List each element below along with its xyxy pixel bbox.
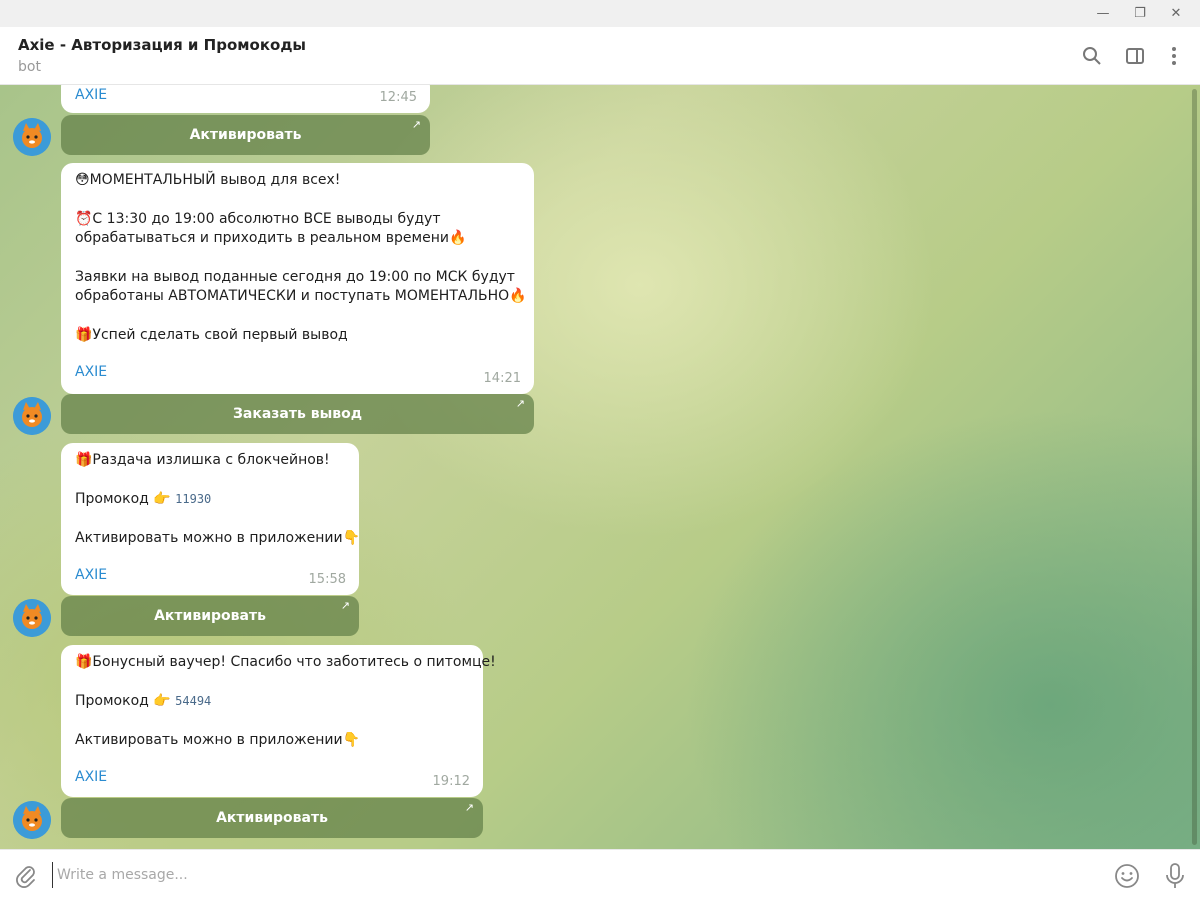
sidebar-toggle-icon[interactable] xyxy=(1122,43,1148,69)
message-composer xyxy=(0,849,1200,901)
message-time: 15:58 xyxy=(308,572,346,587)
message-text: обработаны АВТОМАТИЧЕСКИ и поступать МОМ… xyxy=(75,288,527,304)
minimize-button[interactable]: — xyxy=(1085,0,1121,27)
message-text: ⏰С 13:30 до 19:00 абсолютно ВСЕ выводы б… xyxy=(75,211,441,227)
message-text: Активировать можно в приложении👇 xyxy=(75,732,361,748)
message-text: 🎁Успей сделать свой первый вывод xyxy=(75,327,348,343)
external-link-arrow-icon: ↗ xyxy=(515,397,525,410)
message-time: 19:12 xyxy=(432,774,470,789)
scrollbar[interactable] xyxy=(1192,89,1197,845)
message-text: 🎁Раздача излишка с блокчейнов! xyxy=(75,452,330,468)
promo-code[interactable]: 11930 xyxy=(175,492,211,506)
sender-link[interactable]: AXIE xyxy=(75,768,469,787)
avatar[interactable] xyxy=(13,397,51,435)
activate-button[interactable]: Активировать ↗ xyxy=(61,798,483,838)
button-label: Активировать xyxy=(154,608,266,624)
avatar[interactable] xyxy=(13,599,51,637)
emoji-icon[interactable] xyxy=(1113,862,1141,890)
external-link-arrow-icon: ↗ xyxy=(340,599,350,612)
promo-code[interactable]: 54494 xyxy=(175,694,211,708)
message-bubble: 🎁Бонусный ваучер! Спасибо что заботитесь… xyxy=(61,645,496,797)
avatar[interactable] xyxy=(13,118,51,156)
message-text: 🎁Бонусный ваучер! Спасибо что заботитесь… xyxy=(75,654,496,670)
message-text: Активировать можно в приложении👇 xyxy=(75,530,361,546)
sender-link[interactable]: AXIE xyxy=(75,566,345,585)
message-time: 12:45 xyxy=(379,90,417,105)
promo-line: Промокод 👉 11930 xyxy=(75,490,345,509)
button-label: Активировать xyxy=(189,127,302,143)
sender-link[interactable]: AXIE xyxy=(75,363,520,382)
message-bubble: 😳МОМЕНТАЛЬНЫЙ вывод для всех! ⏰С 13:30 д… xyxy=(61,163,534,394)
button-label: Заказать вывод xyxy=(232,406,363,422)
external-link-arrow-icon: ↗ xyxy=(411,118,421,131)
message-bubble: 🎁Раздача излишка с блокчейнов! Промокод … xyxy=(61,443,361,595)
more-vertical-icon[interactable] xyxy=(1161,43,1187,69)
chat-title[interactable]: Axie - Авторизация и Промокоды xyxy=(18,36,306,54)
restore-button[interactable]: ❐ xyxy=(1122,0,1158,27)
button-label: Активировать xyxy=(216,810,328,826)
paperclip-icon[interactable] xyxy=(12,862,40,890)
message-text: Промокод 👉 xyxy=(75,693,171,709)
message-time: 14:21 xyxy=(483,371,521,386)
promo-line: Промокод 👉 54494 xyxy=(75,692,469,711)
chat-header[interactable]: Axie - Авторизация и Промокоды bot xyxy=(0,27,1200,85)
window-titlebar: — ❐ ✕ xyxy=(0,0,1200,27)
microphone-icon[interactable] xyxy=(1162,862,1188,890)
message-text: обрабатываться и приходить в реальном вр… xyxy=(75,230,467,246)
chat-subtitle: bot xyxy=(18,59,41,75)
message-text: Заявки на вывод поданные сегодня до 19:0… xyxy=(75,269,515,285)
sender-link[interactable]: AXIE xyxy=(75,86,416,105)
close-button[interactable]: ✕ xyxy=(1158,0,1194,27)
message-text: Промокод 👉 xyxy=(75,491,171,507)
message-text: 😳МОМЕНТАЛЬНЫЙ вывод для всех! xyxy=(75,172,341,188)
order-withdrawal-button[interactable]: Заказать вывод ↗ xyxy=(61,394,534,434)
activate-button[interactable]: Активировать ↗ xyxy=(61,596,359,636)
message-bubble: AXIE 12:45 xyxy=(61,85,430,113)
message-list[interactable]: AXIE 12:45 Активировать ↗ 😳МОМЕНТАЛЬНЫЙ … xyxy=(0,85,1200,849)
external-link-arrow-icon: ↗ xyxy=(464,801,474,814)
search-icon[interactable] xyxy=(1079,43,1105,69)
avatar[interactable] xyxy=(13,801,51,839)
activate-button[interactable]: Активировать ↗ xyxy=(61,115,430,155)
message-input[interactable] xyxy=(52,862,1092,888)
